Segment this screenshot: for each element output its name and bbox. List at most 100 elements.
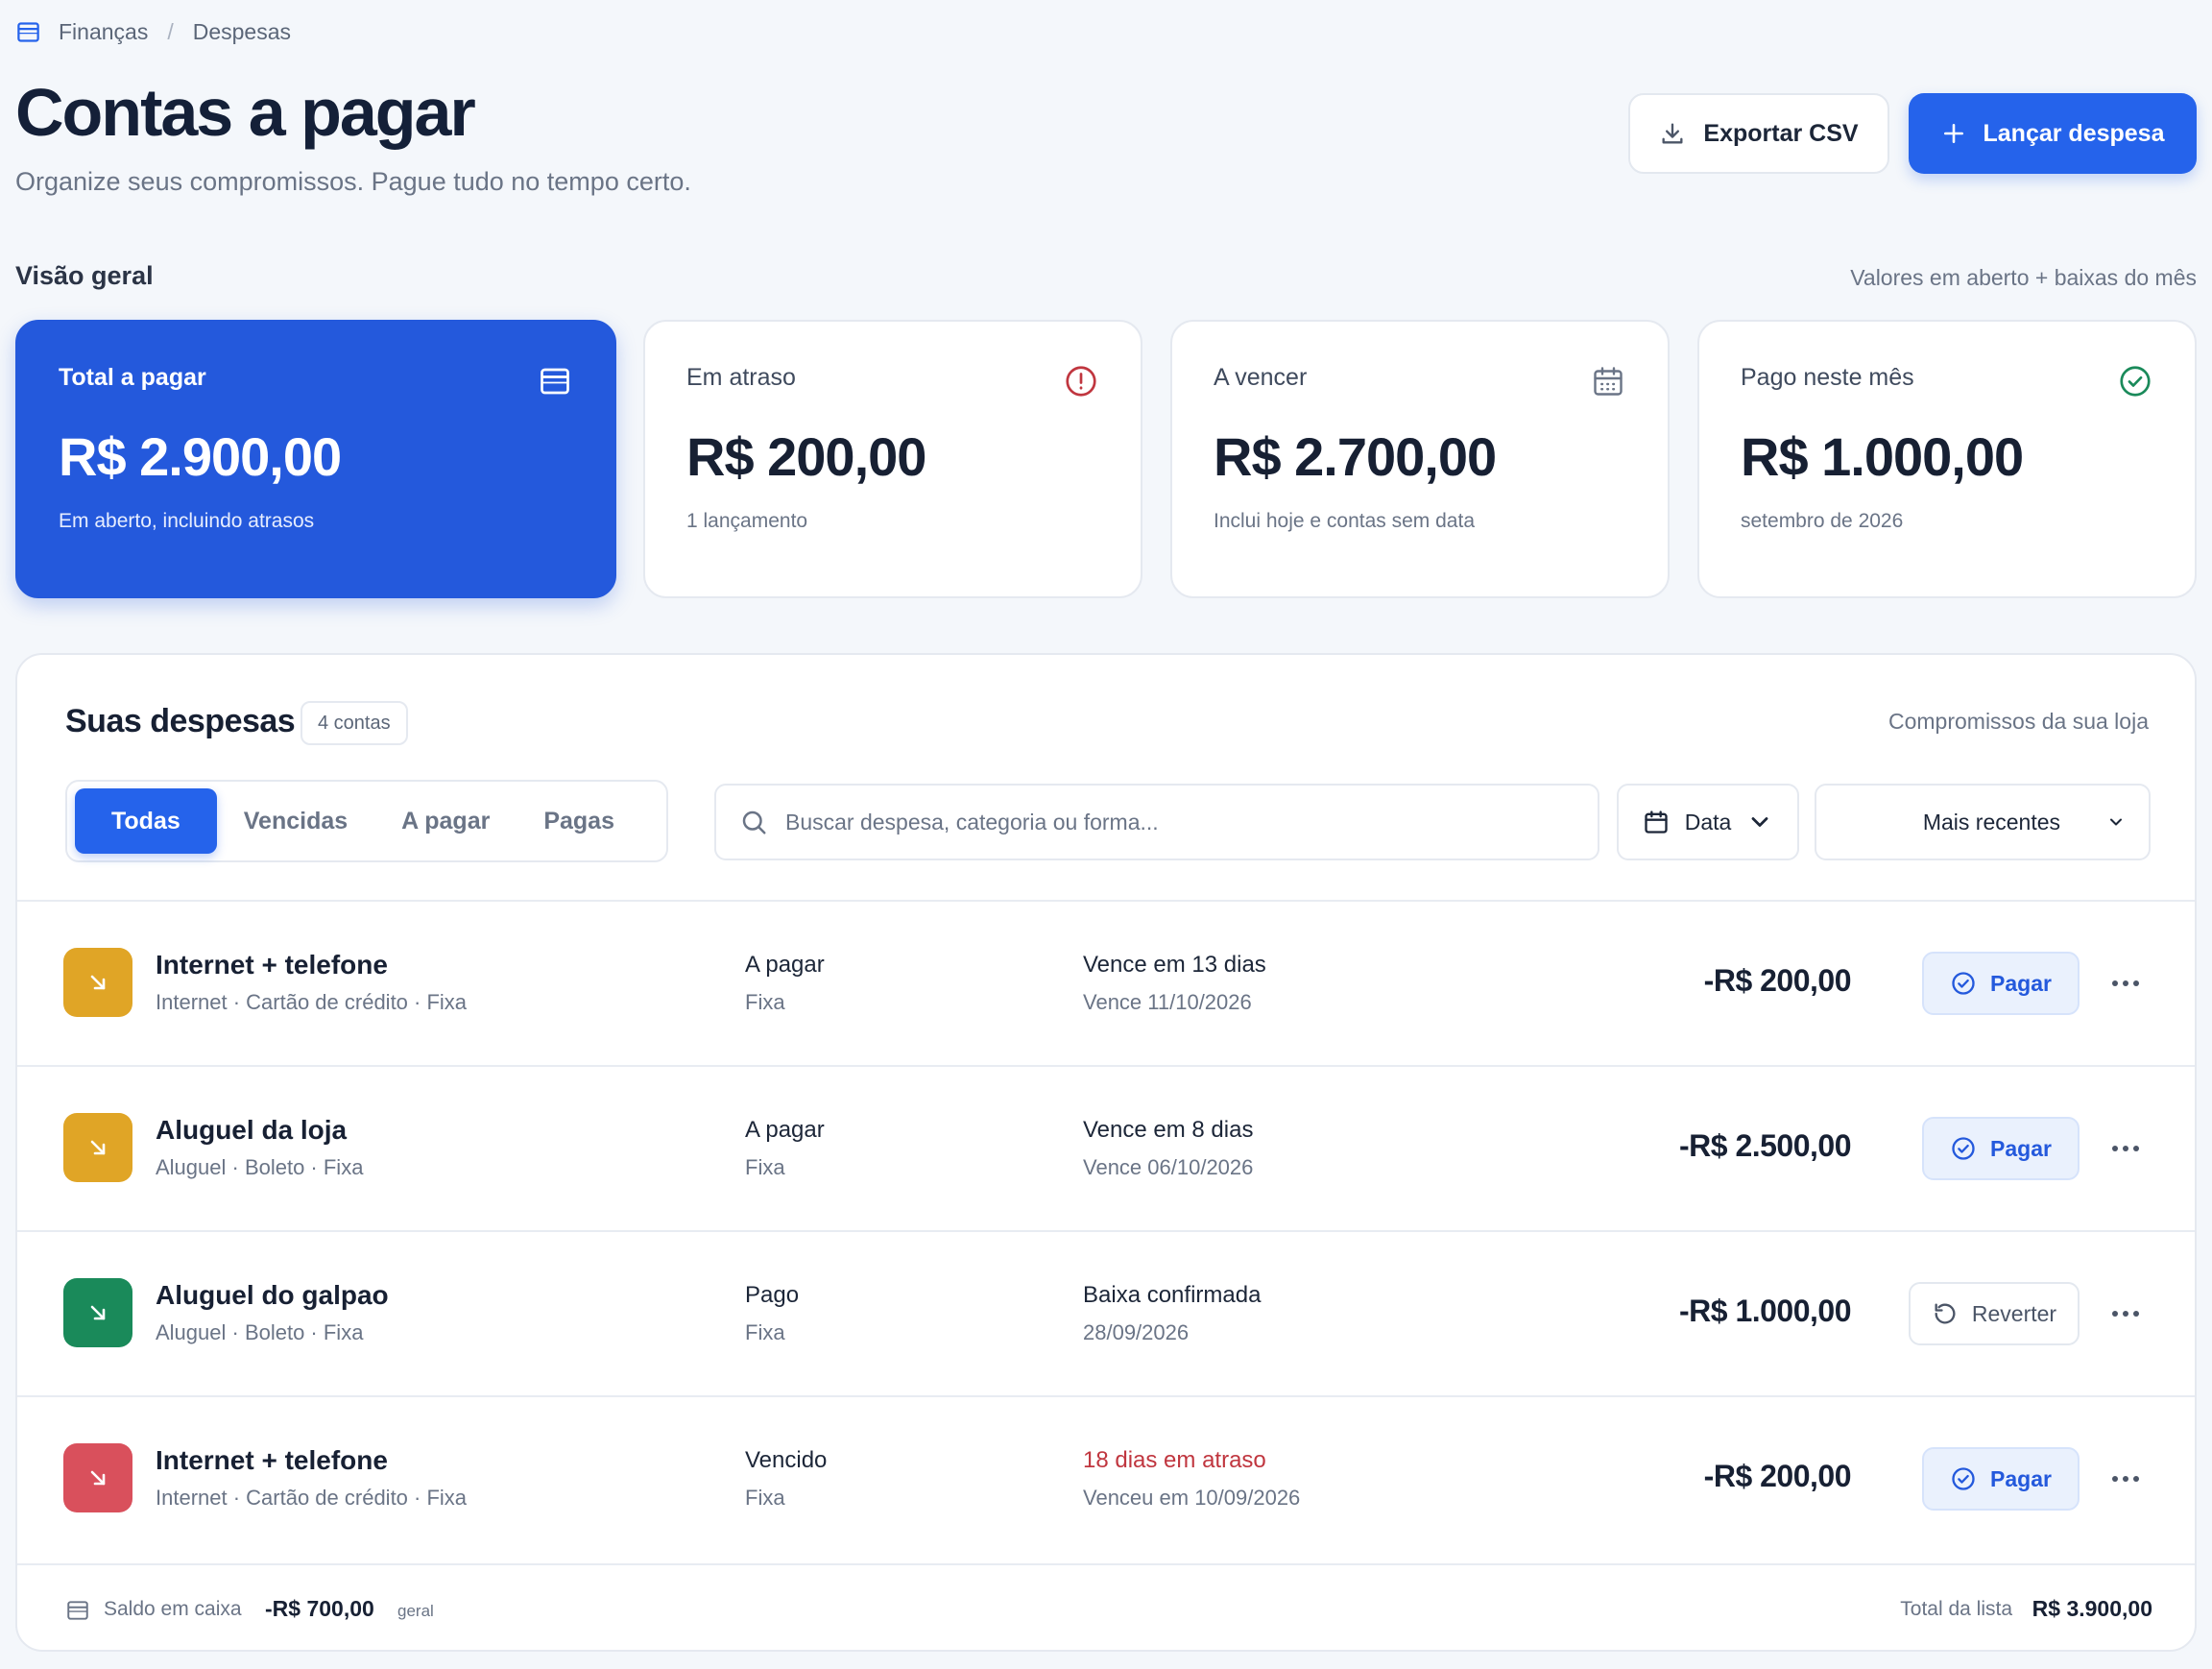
breadcrumb-separator: / [167,18,174,44]
expenses-note: Compromissos da sua loja [1887,709,2149,734]
stat-card-upcoming: A vencer R$ 2.700,00 Inclui hoje e conta… [1170,320,1670,598]
calendar-icon [1645,810,1668,834]
page-subtitle: Organize seus compromissos. Pague tudo n… [15,167,691,196]
wallet-icon [17,21,39,42]
tab-all[interactable]: Todas [75,788,217,854]
export-csv-button[interactable]: Exportar CSV [1628,93,1889,174]
expense-due-date: Vence 06/10/2026 [1083,1155,1254,1179]
cash-balance-label: Saldo em caixa [104,1598,242,1620]
breadcrumb: Finanças / Despesas [15,17,291,46]
expense-recurrence: Fixa [745,1155,785,1179]
list-footer: Saldo em caixa -R$ 700,00 geral Total da… [17,1563,2195,1650]
expense-status: Pago [745,1282,800,1308]
stat-label: Em atraso [686,364,796,391]
expense-status: A pagar [745,1117,825,1143]
expense-name: Internet + telefone [156,1445,388,1475]
expense-due-date: 28/09/2026 [1083,1320,1190,1344]
expenses-title: Suas despesas [65,703,296,739]
arrow-down-right-icon [90,1470,106,1486]
stat-card-total: Total a pagar R$ 2.900,00 Em aberto, inc… [15,320,616,598]
expense-type-badge [63,1443,132,1512]
stat-label: Total a pagar [59,364,206,391]
expense-amount: -R$ 1.000,00 [1678,1294,1852,1328]
breadcrumb-root[interactable]: Finanças [59,19,148,45]
expense-due: Vence em 13 dias [1083,952,1266,978]
more-horizontal-icon [2112,1476,2139,1482]
expense-meta: Aluguel · Boleto · Fixa [156,1155,364,1179]
tab-overdue[interactable]: Vencidas [217,788,374,854]
expense-name: Aluguel da loja [156,1115,348,1145]
revert-button[interactable]: Reverter [1909,1282,2080,1345]
check-circle-icon [1952,1137,1975,1160]
more-horizontal-icon [2112,1146,2139,1151]
tab-paid[interactable]: Pagas [517,788,641,854]
check-circle-icon [1952,972,1975,995]
expense-type-badge [63,1278,132,1347]
wallet-icon [541,368,569,395]
list-total-value: R$ 3.900,00 [2032,1596,2152,1621]
pay-label: Pagar [1990,970,2052,996]
pay-button[interactable]: Pagar [1922,1117,2080,1180]
expense-amount: -R$ 2.500,00 [1678,1128,1852,1163]
arrow-down-right-icon [90,1140,106,1155]
pay-button[interactable]: Pagar [1922,952,2080,1015]
undo-icon [1935,1303,1956,1324]
tab-to-pay[interactable]: A pagar [374,788,517,854]
expense-due: Baixa confirmada [1083,1282,1262,1308]
check-circle-icon [2120,366,2151,397]
more-options-button[interactable] [2106,967,2145,1000]
page-title: Contas a pagar [15,75,476,150]
alert-circle-icon [1066,366,1096,397]
stat-value: R$ 1.000,00 [1741,426,2024,487]
table-row[interactable]: Internet + telefone Internet · Cartão de… [17,1395,2195,1560]
launch-expense-button[interactable]: Lançar despesa [1909,93,2197,174]
search-icon [742,810,766,834]
table-row[interactable]: Aluguel da loja Aluguel · Boleto · Fixa … [17,1065,2195,1230]
stat-card-overdue: Em atraso R$ 200,00 1 lançamento [643,320,1142,598]
expense-recurrence: Fixa [745,990,785,1014]
expense-due: 18 dias em atraso [1083,1447,1266,1473]
wallet-icon [67,1601,88,1620]
count-badge: 4 contas [301,701,408,745]
sort-label: Mais recentes [1922,809,2060,834]
expense-status: Vencido [745,1447,828,1473]
pay-button[interactable]: Pagar [1922,1447,2080,1511]
sort-dropdown[interactable]: Mais recentes [1815,784,2151,860]
search-input[interactable]: Buscar despesa, categoria ou forma... [714,784,1599,860]
expense-status: A pagar [745,952,825,978]
date-filter-label: Data [1684,809,1732,834]
more-options-button[interactable] [2106,1297,2145,1330]
stat-sub: 1 lançamento [686,510,808,532]
expense-meta: Aluguel · Boleto · Fixa [156,1320,364,1344]
chevron-down-icon [1751,817,1768,827]
expense-recurrence: Fixa [745,1486,785,1510]
table-row[interactable]: Aluguel do galpao Aluguel · Boleto · Fix… [17,1230,2195,1395]
plus-icon [1943,124,1963,143]
expense-due-date: Venceu em 10/09/2026 [1083,1486,1301,1510]
overview-note: Valores em aberto + baixas do mês [1850,265,2197,290]
stat-card-paid: Pago neste mês R$ 1.000,00 setembro de 2… [1697,320,2197,598]
expense-type-badge [63,1113,132,1182]
list-total-label: Total da lista [1900,1598,2012,1620]
expense-meta: Internet · Cartão de crédito · Fixa [156,1486,468,1510]
stat-value: R$ 2.700,00 [1214,426,1497,487]
expense-recurrence: Fixa [745,1320,785,1344]
revert-label: Reverter [1971,1300,2057,1326]
date-filter-dropdown[interactable]: Data [1617,784,1799,860]
table-row[interactable]: Internet + telefone Internet · Cartão de… [17,900,2195,1065]
more-options-button[interactable] [2106,1132,2145,1165]
expense-name: Internet + telefone [156,950,388,980]
page: Finanças / Despesas Contas a pagar Organ… [15,0,2197,1669]
chevron-down-icon [2110,818,2122,826]
expense-due: Vence em 8 dias [1083,1117,1254,1143]
launch-expense-label: Lançar despesa [1983,119,2165,147]
stat-label: Pago neste mês [1741,364,1914,391]
expense-meta: Internet · Cartão de crédito · Fixa [156,990,468,1014]
stat-sub: setembro de 2026 [1741,510,1904,532]
more-options-button[interactable] [2106,1463,2145,1495]
expense-amount: -R$ 200,00 [1703,963,1852,998]
filter-tabs: Todas Vencidas A pagar Pagas [65,780,668,862]
search-placeholder: Buscar despesa, categoria ou forma... [785,809,1159,834]
check-circle-icon [1952,1467,1975,1490]
pay-label: Pagar [1990,1135,2052,1161]
